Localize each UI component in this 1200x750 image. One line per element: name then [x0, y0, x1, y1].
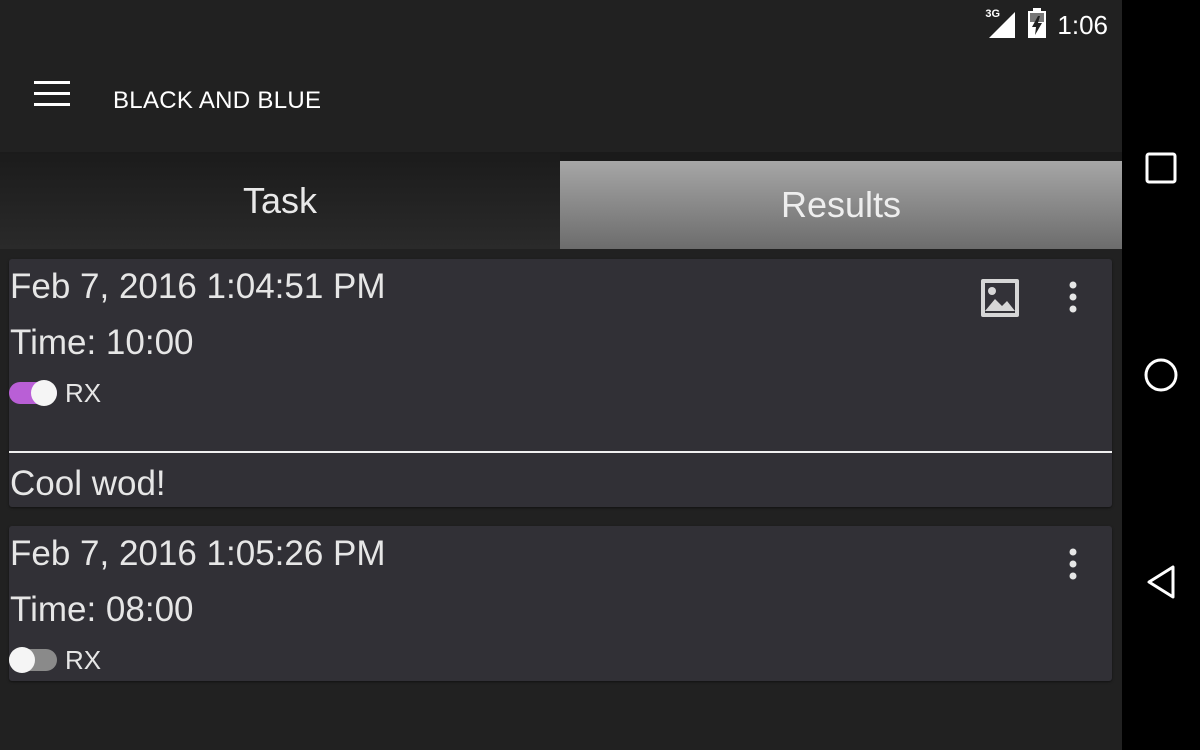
result-card[interactable]: Feb 7, 2016 1:04:51 PM Time: 10:00 RX Co… — [9, 259, 1112, 507]
result-date: Feb 7, 2016 1:04:51 PM — [10, 267, 386, 306]
hamburger-menu-icon[interactable] — [34, 81, 70, 107]
back-icon[interactable] — [1141, 562, 1181, 602]
rx-toggle[interactable] — [9, 647, 57, 673]
status-time: 1:06 — [1057, 9, 1108, 40]
tab-task[interactable]: Task — [0, 152, 560, 249]
battery-charging-icon — [1027, 7, 1047, 43]
app-screen: 3G 1:06 BLACK AND BLUE Task Results Feb … — [0, 0, 1122, 750]
app-title: BLACK AND BLUE — [113, 87, 322, 114]
tab-results[interactable]: Results — [560, 161, 1122, 249]
rx-row: RX — [9, 644, 101, 676]
signal-icon: 3G — [985, 8, 1017, 40]
recents-icon[interactable] — [1141, 148, 1181, 188]
rx-toggle-thumb — [31, 380, 57, 406]
image-icon[interactable] — [980, 278, 1020, 318]
result-time: Time: 08:00 — [10, 590, 194, 629]
rx-toggle[interactable] — [9, 380, 57, 406]
status-bar: 3G 1:06 — [0, 0, 1122, 50]
home-icon[interactable] — [1141, 355, 1181, 395]
more-vert-icon[interactable] — [1061, 279, 1085, 319]
result-time: Time: 10:00 — [10, 323, 194, 362]
result-date: Feb 7, 2016 1:05:26 PM — [10, 534, 386, 573]
app-bar: BLACK AND BLUE — [0, 50, 1122, 152]
navigation-bar — [1122, 0, 1200, 750]
result-comment: Cool wod! — [10, 464, 166, 503]
status-icons: 3G 1:06 — [985, 7, 1108, 43]
card-divider — [9, 451, 1112, 453]
rx-row: RX — [9, 377, 101, 409]
network-type-label: 3G — [985, 8, 1001, 20]
rx-label: RX — [65, 377, 102, 408]
tab-bar: Task Results — [0, 152, 1122, 249]
more-vert-icon[interactable] — [1061, 546, 1085, 586]
result-card[interactable]: Feb 7, 2016 1:05:26 PM Time: 08:00 RX — [9, 526, 1112, 681]
rx-label: RX — [65, 644, 102, 675]
rx-toggle-thumb — [9, 647, 35, 673]
